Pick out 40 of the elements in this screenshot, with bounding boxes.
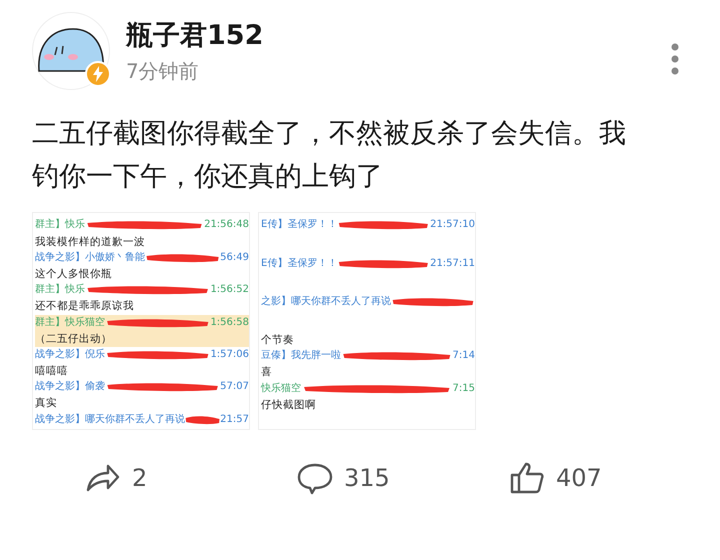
post-text: 二五仔截图你得截全了，不然被反杀了会失信。我钓你一下午，你还真的上钩了 xyxy=(32,117,627,194)
chat-sender: 群主】快乐猫空 xyxy=(35,316,105,330)
chat-sender: 快乐猫空 xyxy=(261,382,301,396)
chat-sender: 战争之影】哪天你群不丢人了再说 xyxy=(35,412,185,427)
chat-sender: 战争之影】偷袭 xyxy=(35,380,105,394)
chat-timestamp: 1:57:06 xyxy=(210,348,249,362)
author-name[interactable]: 瓶子君152 xyxy=(126,20,670,52)
chat-message: 个节奏 xyxy=(261,332,294,348)
chat-sender: 豆傣】我先胖一啦 xyxy=(261,348,341,364)
like-count: 407 xyxy=(556,463,602,494)
chat-timestamp: 56:49 xyxy=(220,250,249,265)
chat-message: （二五仔出动） xyxy=(35,332,112,347)
share-count: 2 xyxy=(132,463,148,494)
chat-message: 我装模作样的道歉一波 xyxy=(35,234,145,250)
chat-sender: 群主】快乐 xyxy=(35,282,85,298)
chat-sender: E传】圣保罗！！ xyxy=(261,256,338,271)
chat-sender: E传】圣保罗！！ xyxy=(261,218,338,232)
chat-timestamp: 1:56:58 xyxy=(210,316,249,330)
chat-timestamp: 1:56:52 xyxy=(210,283,249,298)
post-time: 7分钟前 xyxy=(126,58,200,86)
redaction-mark xyxy=(185,414,220,425)
chat-timestamp: 57:07 xyxy=(220,380,249,394)
chat-timestamp: 21:57:10 xyxy=(430,218,475,232)
chat-timestamp: 21:56:48 xyxy=(204,218,249,232)
comment-count: 315 xyxy=(344,463,390,494)
chat-message: 还不都是乖乖原谅我 xyxy=(35,299,134,314)
chat-message: 这个人多恨你瓶 xyxy=(35,266,112,282)
chat-message: 喜 xyxy=(261,365,272,380)
chat-timestamp: 21:57:11 xyxy=(430,256,475,271)
chat-sender: 战争之影】倪乐 xyxy=(35,348,105,362)
chat-message: 真实 xyxy=(35,396,57,412)
chat-sender: 群主】快乐 xyxy=(35,218,85,232)
chat-timestamp: 7:14 xyxy=(452,349,475,364)
chat-message: 仔快截图啊 xyxy=(261,398,316,413)
chat-timestamp: 21:57 xyxy=(220,412,249,427)
chat-timestamp: 7:15 xyxy=(452,382,475,396)
chat-sender: 战争之影】小傲娇丶鲁能 xyxy=(35,250,145,265)
more-icon[interactable] xyxy=(670,42,680,76)
chat-sender: 之影】哪天你群不丢人了再说 xyxy=(261,294,391,309)
chat-message: 嘻嘻嘻 xyxy=(35,364,68,380)
